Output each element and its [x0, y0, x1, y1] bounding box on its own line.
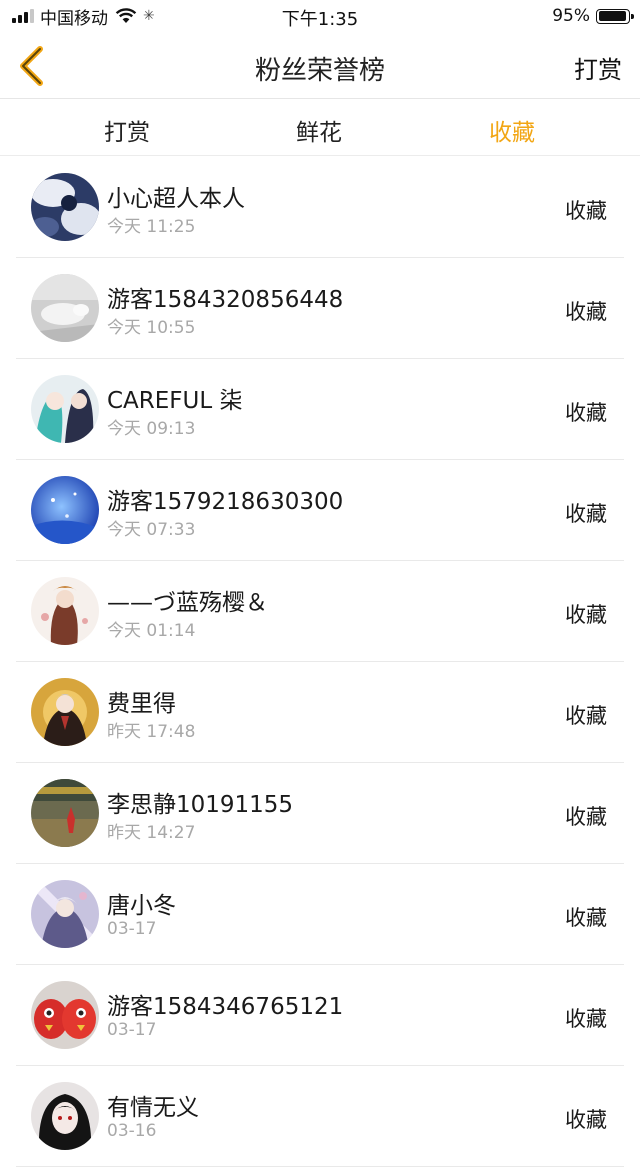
reward-button[interactable]: 打赏: [574, 50, 622, 85]
fan-time: 今天 01:14: [107, 621, 196, 641]
fan-name: 费里得: [107, 691, 176, 717]
fan-name: ——づ蓝殇樱＆: [107, 590, 268, 616]
fan-time: 昨天 14:27: [107, 823, 196, 843]
avatar: [31, 880, 99, 948]
tab-bar: 打赏 鲜花 收藏: [0, 99, 640, 156]
favorite-label: 收藏: [565, 1007, 607, 1031]
fan-time: 03-17: [107, 1020, 157, 1040]
list-item[interactable]: 唐小冬 03-17 收藏: [0, 864, 640, 965]
favorite-label: 收藏: [565, 502, 607, 526]
avatar: [31, 375, 99, 443]
list-item[interactable]: 小心超人本人 今天 11:25 收藏: [0, 157, 640, 258]
status-bar: 中国移动 ✳ 下午1:35 95%: [0, 0, 640, 34]
favorite-label: 收藏: [565, 805, 607, 829]
tab-flowers[interactable]: 鲜花: [259, 113, 379, 147]
avatar: [31, 173, 99, 241]
favorite-label: 收藏: [565, 199, 607, 223]
favorite-label: 收藏: [565, 704, 607, 728]
favorite-label: 收藏: [565, 1108, 607, 1132]
tab-favorites[interactable]: 收藏: [452, 113, 572, 147]
fan-time: 今天 11:25: [107, 217, 196, 237]
avatar: [31, 1082, 99, 1150]
avatar: [31, 476, 99, 544]
list-item[interactable]: 有情无义 03-16 收藏: [0, 1066, 640, 1167]
list-item[interactable]: 游客1584346765121 03-17 收藏: [0, 965, 640, 1066]
fan-time: 今天 07:33: [107, 520, 196, 540]
battery-icon: [596, 8, 634, 24]
tab-reward[interactable]: 打赏: [67, 113, 187, 147]
avatar: [31, 274, 99, 342]
favorite-label: 收藏: [565, 603, 607, 627]
status-right: 95%: [552, 5, 634, 27]
fan-name: 有情无义: [107, 1095, 199, 1121]
favorite-label: 收藏: [565, 906, 607, 930]
fan-name: 李思静10191155: [107, 792, 294, 818]
fan-time: 今天 10:55: [107, 318, 196, 338]
list-item[interactable]: 费里得 昨天 17:48 收藏: [0, 662, 640, 763]
fan-time: 昨天 17:48: [107, 722, 196, 742]
avatar: [31, 779, 99, 847]
fan-name: 游客1579218630300: [107, 489, 344, 515]
list-item[interactable]: 游客1579218630300 今天 07:33 收藏: [0, 460, 640, 561]
list-item[interactable]: 李思静10191155 昨天 14:27 收藏: [0, 763, 640, 864]
avatar: [31, 678, 99, 746]
fan-name: 唐小冬: [107, 893, 176, 919]
list-item[interactable]: CAREFUL 柒 今天 09:13 收藏: [0, 359, 640, 460]
fan-name: 小心超人本人: [107, 186, 245, 212]
list-item[interactable]: 游客1584320856448 今天 10:55 收藏: [0, 258, 640, 359]
fan-time: 03-16: [107, 1121, 157, 1141]
fan-list: 小心超人本人 今天 11:25 收藏 游客1584320856448 今天 10…: [0, 157, 640, 1167]
list-item[interactable]: ——づ蓝殇樱＆ 今天 01:14 收藏: [0, 561, 640, 662]
fan-name: 游客1584346765121: [107, 994, 344, 1020]
favorite-label: 收藏: [565, 401, 607, 425]
fan-time: 03-17: [107, 919, 157, 939]
fan-name: CAREFUL 柒: [107, 388, 243, 414]
battery-percent: 95%: [552, 6, 590, 26]
avatar: [31, 981, 99, 1049]
favorite-label: 收藏: [565, 300, 607, 324]
page-title: 粉丝荣誉榜: [254, 56, 385, 86]
fan-time: 今天 09:13: [107, 419, 196, 439]
status-time: 下午1:35: [281, 9, 359, 30]
avatar: [31, 577, 99, 645]
nav-bar: 粉丝荣誉榜 打赏: [0, 34, 640, 99]
fan-name: 游客1584320856448: [107, 287, 344, 313]
